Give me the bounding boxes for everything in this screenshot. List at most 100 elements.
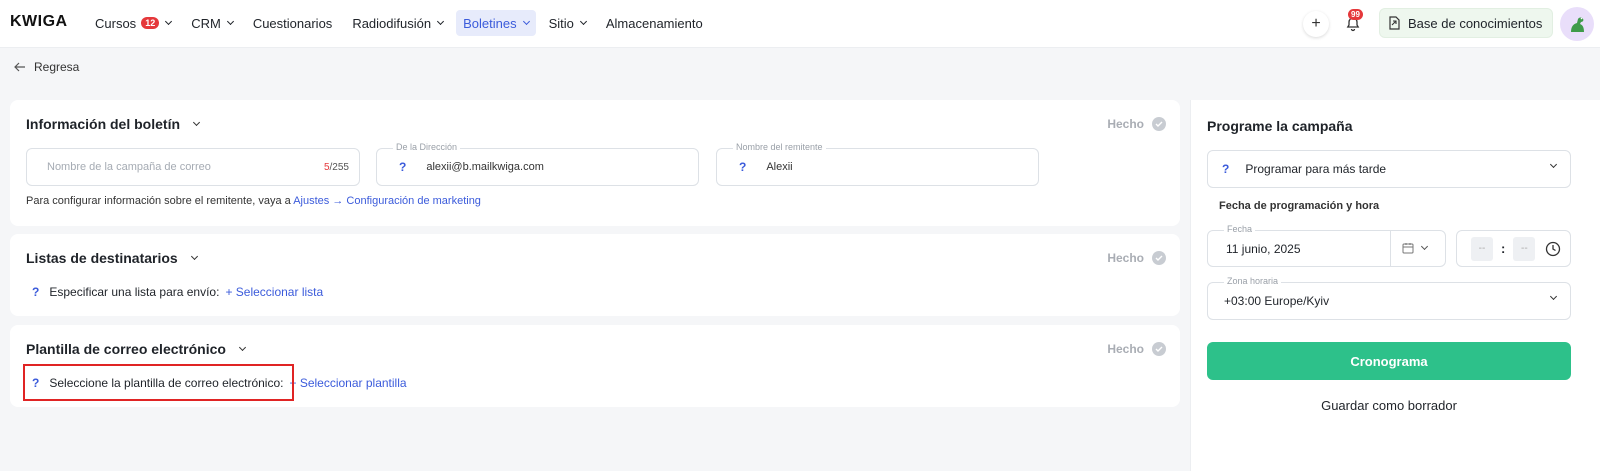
chevron-down-icon (1549, 160, 1558, 169)
calendar-icon (1402, 243, 1414, 254)
app-logo[interactable]: KWIGA (10, 13, 68, 31)
chevron-down-icon (192, 118, 201, 127)
chevron-down-icon (1420, 242, 1429, 251)
recipients-card: Listas de destinatarios Hecho ? Especifi… (10, 234, 1180, 316)
hour-input[interactable]: -- (1471, 236, 1493, 261)
plus-icon: + (1311, 15, 1321, 32)
notifications-count-badge: 99 (1348, 9, 1363, 20)
recipients-header[interactable]: Listas de destinatarios (26, 250, 198, 266)
date-label: Fecha (1224, 224, 1256, 234)
timezone-value: +03:00 Europe/Kyiv (1224, 294, 1330, 308)
from-address-value: alexii@b.mailkwiga.com (426, 161, 544, 173)
time-field[interactable]: -- : -- (1456, 230, 1571, 267)
timezone-select[interactable]: Zona horaria +03:00 Europe/Kyiv (1207, 276, 1571, 320)
nav-item-crm[interactable]: CRM (184, 10, 240, 36)
chevron-down-icon (579, 17, 587, 26)
nav-item-label: Almacenamiento (605, 15, 703, 31)
back-link[interactable]: Regresa (14, 60, 79, 74)
highlight-box (23, 364, 294, 401)
cursos-count-badge: 12 (141, 17, 160, 29)
nav-item-label: Sitio (548, 15, 574, 31)
clock-icon[interactable] (1545, 241, 1561, 257)
save-draft-button[interactable]: Guardar como borrador (1207, 398, 1571, 413)
datetime-label: Fecha de programación y hora (1219, 200, 1380, 212)
section-title: Plantilla de correo electrónico (26, 341, 226, 357)
date-field[interactable]: Fecha 11 junio, 2025 (1207, 224, 1446, 267)
chevron-down-icon (190, 252, 198, 261)
chevron-down-icon (238, 343, 246, 352)
help-icon[interactable]: ? (1222, 162, 1229, 176)
sender-name-field[interactable]: Nombre del remitente ? Alexii (716, 142, 1039, 186)
sender-name-label: Nombre del remitente (733, 142, 826, 152)
knowledge-base-button[interactable]: Base de conocimientos (1379, 8, 1554, 38)
recipients-row: ? Especificar una lista para envío: + Se… (32, 285, 323, 299)
arrow-right-icon: → (332, 195, 344, 207)
nav-item-boletines[interactable]: Boletines (456, 10, 536, 36)
nav-item-label: CRM (191, 15, 221, 31)
help-icon[interactable]: ? (739, 160, 746, 174)
schedule-title: Programe la campaña (1207, 118, 1353, 134)
chevron-down-icon (522, 17, 530, 26)
chevron-down-icon (165, 17, 173, 26)
nav-item-label: Boletines (463, 15, 517, 31)
chevron-down-icon (437, 17, 445, 26)
sender-name-value: Alexii (766, 161, 793, 173)
newsletter-info-card: Información del boletín Hecho Nombre de … (10, 100, 1180, 226)
time-separator: : (1501, 241, 1506, 256)
campaign-name-field[interactable]: Nombre de la campaña de correo 5/255 (26, 148, 360, 186)
from-address-field[interactable]: De la Dirección ? alexii@b.mailkwiga.com (376, 142, 699, 186)
section-status: Hecho (1107, 251, 1166, 265)
section-status: Hecho (1107, 342, 1166, 356)
check-circle-icon (1152, 117, 1166, 131)
calendar-picker-button[interactable] (1402, 242, 1429, 254)
back-label: Regresa (34, 60, 80, 74)
sender-help-text: Para configurar información sobre el rem… (26, 195, 481, 207)
check-circle-icon (1152, 342, 1166, 356)
section-status: Hecho (1107, 117, 1166, 131)
divider (1390, 231, 1391, 266)
campaign-name-placeholder: Nombre de la campaña de correo (47, 161, 211, 173)
dinosaur-avatar-icon (1571, 17, 1584, 32)
char-counter: 5/255 (323, 161, 349, 173)
schedule-panel: Programe la campaña ? Programar para más… (1190, 100, 1600, 471)
nav-item-radiodifusion[interactable]: Radiodifusión (345, 10, 450, 36)
select-template-link[interactable]: + Seleccionar plantilla (289, 376, 406, 390)
help-icon[interactable]: ? (399, 160, 406, 174)
schedule-mode-select[interactable]: ? Programar para más tarde (1207, 150, 1571, 188)
marketing-settings-link[interactable]: Configuración de marketing (346, 195, 481, 207)
help-icon[interactable]: ? (32, 285, 39, 299)
nav-item-label: Cuestionarios (252, 15, 333, 31)
template-header[interactable]: Plantilla de correo electrónico (26, 341, 246, 357)
date-value: 11 junio, 2025 (1226, 241, 1301, 256)
status-label: Hecho (1107, 251, 1144, 265)
minute-input[interactable]: -- (1513, 236, 1536, 261)
check-circle-icon (1152, 251, 1166, 265)
nav-item-almacenamiento[interactable]: Almacenamiento (599, 10, 710, 36)
main-nav: Cursos 12 CRM Cuestionarios Radiodifusió… (88, 10, 710, 36)
schedule-mode-value: Programar para más tarde (1245, 162, 1387, 176)
status-label: Hecho (1107, 117, 1144, 131)
chevron-down-icon (226, 17, 234, 26)
arrow-left-icon (14, 62, 25, 72)
settings-link[interactable]: Ajustes (293, 195, 329, 207)
document-link-icon (1389, 16, 1400, 30)
chevron-down-icon (1549, 292, 1558, 301)
section-title: Información del boletín (26, 116, 181, 132)
nav-item-label: Cursos (95, 15, 137, 31)
timezone-label: Zona horaria (1224, 276, 1282, 286)
top-navigation: KWIGA Cursos 12 CRM Cuestionarios Radiod… (0, 0, 1600, 48)
nav-item-sitio[interactable]: Sitio (542, 10, 593, 36)
section-title: Listas de destinatarios (26, 250, 178, 266)
select-list-link[interactable]: + Seleccionar lista (225, 285, 323, 299)
nav-item-label: Radiodifusión (352, 15, 432, 31)
recipients-prompt: Especificar una lista para envío: (49, 285, 220, 299)
user-avatar[interactable] (1560, 7, 1594, 41)
nav-item-cuestionarios[interactable]: Cuestionarios (246, 10, 340, 36)
newsletter-info-header[interactable]: Información del boletín (26, 116, 201, 132)
status-label: Hecho (1107, 342, 1144, 356)
nav-item-cursos[interactable]: Cursos 12 (88, 10, 178, 36)
schedule-submit-button[interactable]: Cronograma (1207, 342, 1571, 380)
from-address-label: De la Dirección (393, 142, 461, 152)
add-button[interactable]: + (1303, 11, 1329, 37)
knowledge-base-label: Base de conocimientos (1408, 15, 1543, 31)
